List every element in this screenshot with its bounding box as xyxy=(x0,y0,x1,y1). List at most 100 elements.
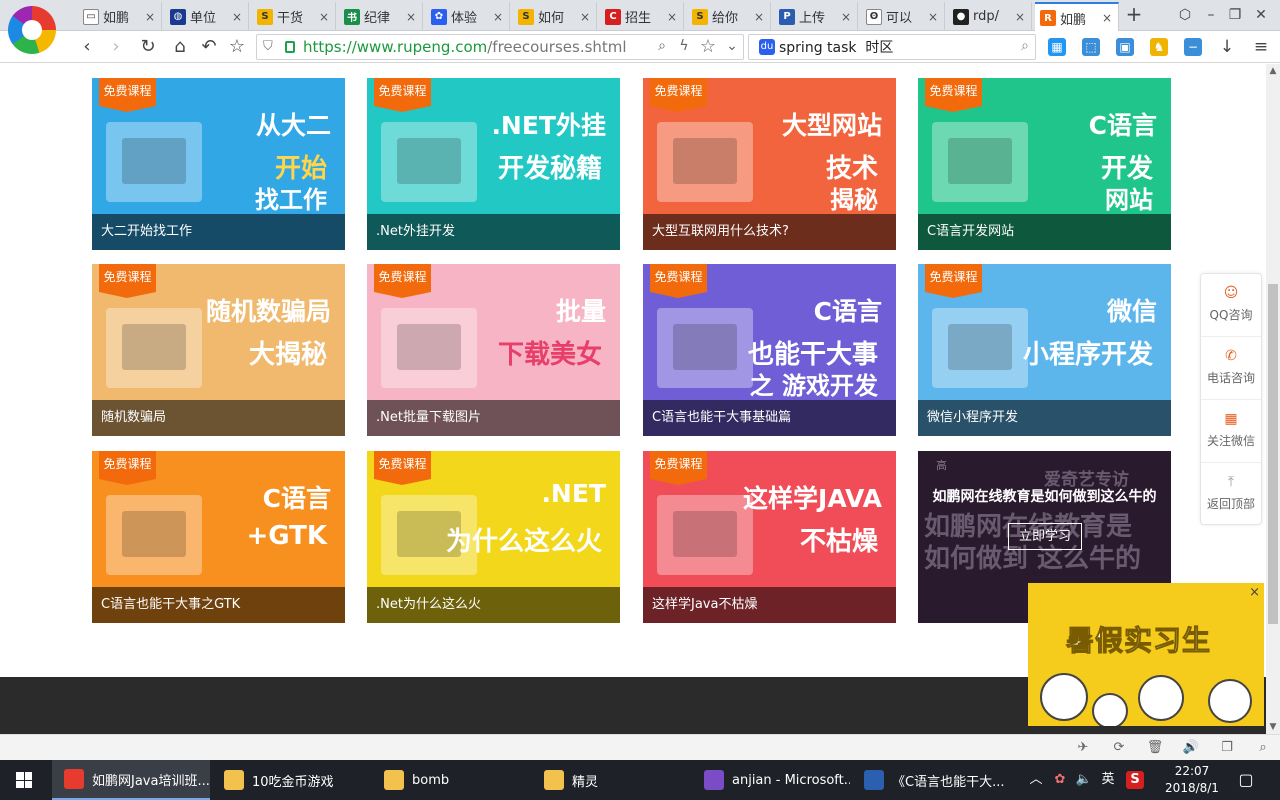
speaker-icon[interactable]: 🔊 xyxy=(1182,739,1200,757)
tray-expand-icon[interactable]: ︿ xyxy=(1026,770,1046,790)
home-button[interactable]: ⌂ xyxy=(168,35,192,59)
menu-icon[interactable]: ≡ xyxy=(1252,38,1270,56)
minus-icon[interactable]: − xyxy=(1184,38,1202,56)
tab-0[interactable]: ▭ 如鹏 × xyxy=(78,2,162,31)
search-box[interactable]: du ⌕ xyxy=(748,34,1036,60)
tab-close-icon[interactable]: × xyxy=(493,10,503,24)
sidebar-item-3[interactable]: ⤒ 返回顶部 xyxy=(1201,463,1261,526)
zoom-icon[interactable]: ⌕ xyxy=(653,38,671,54)
reload-button[interactable]: ↻ xyxy=(136,35,160,59)
course-card[interactable]: 免费课程 C语言 +GTK C语言也能干大事之GTK xyxy=(92,451,345,623)
scroll-up-icon[interactable]: ▲ xyxy=(1266,64,1280,78)
course-title[interactable]: .Net批量下载图片 xyxy=(367,400,620,436)
favorite-icon[interactable]: ☆ xyxy=(699,36,717,57)
volume-icon[interactable]: 🔈 xyxy=(1074,770,1094,790)
taskbar-item[interactable]: bomb xyxy=(372,760,530,800)
sidebar-item-0[interactable]: ☺ QQ咨询 xyxy=(1201,274,1261,337)
taskbar-item[interactable]: 10吃金币游戏 xyxy=(212,760,370,800)
learn-now-button[interactable]: 立即学习 xyxy=(1008,523,1082,550)
tab-close-icon[interactable]: × xyxy=(928,10,938,24)
tab-close-icon[interactable]: × xyxy=(232,10,242,24)
tab-8[interactable]: P 上传 × xyxy=(774,2,858,31)
intern-ad[interactable]: 暑假实习生 × xyxy=(1028,583,1264,726)
search-input[interactable] xyxy=(779,37,1009,57)
tab-close-icon[interactable]: × xyxy=(667,10,677,24)
tab-1[interactable]: ◍ 单位 × xyxy=(165,2,249,31)
bookmark-star-button[interactable]: ☆ xyxy=(225,35,249,59)
tab-2[interactable]: S 干货 × xyxy=(252,2,336,31)
sogou-icon[interactable]: S xyxy=(1126,771,1144,789)
tab-close-icon[interactable]: × xyxy=(1015,10,1025,24)
course-card[interactable]: 免费课程 微信 小程序开发 微信小程序开发 xyxy=(918,264,1171,436)
course-title[interactable]: C语言开发网站 xyxy=(918,214,1171,250)
sync-icon[interactable]: ⟳ xyxy=(1110,739,1128,757)
address-bar[interactable]: ⛉ https://www.rupeng.com/freecourses.sht… xyxy=(256,34,744,60)
tab-9[interactable]: ʘ 可以 × xyxy=(861,2,945,31)
course-card[interactable]: 免费课程 .NET 为什么这么火 .Net为什么这么火 xyxy=(367,451,620,623)
course-title[interactable]: 大二开始找工作 xyxy=(92,214,345,250)
taskbar-item[interactable]: 如鹏网Java培训班... xyxy=(52,760,210,800)
undo-close-button[interactable]: ↶ xyxy=(197,35,221,59)
tab-close-icon[interactable]: × xyxy=(1102,11,1112,25)
address-dropdown-icon[interactable]: ⌄ xyxy=(723,38,741,54)
scroll-down-icon[interactable]: ▼ xyxy=(1266,720,1280,734)
notification-icon[interactable]: ▢ xyxy=(1236,770,1256,790)
intern-close-button[interactable]: × xyxy=(1249,585,1260,600)
course-title[interactable]: C语言也能干大事之GTK xyxy=(92,587,345,623)
course-card[interactable]: 免费课程 从大二 开始 找工作 大二开始找工作 xyxy=(92,78,345,250)
start-button[interactable] xyxy=(0,760,48,800)
tab-3[interactable]: 书纪律 × xyxy=(339,2,423,31)
course-card[interactable]: 免费课程 随机数骗局 大揭秘 随机数骗局 xyxy=(92,264,345,436)
sidebar-item-2[interactable]: ▦ 关注微信 xyxy=(1201,400,1261,463)
tab-close-icon[interactable]: × xyxy=(841,10,851,24)
course-title[interactable]: 这样学Java不枯燥 xyxy=(643,587,896,623)
course-title[interactable]: 随机数骗局 xyxy=(92,400,345,436)
tab-close-icon[interactable]: × xyxy=(754,10,764,24)
course-card[interactable]: 免费课程 大型网站 技术 揭秘 大型互联网用什么技术? xyxy=(643,78,896,250)
close-window-button[interactable]: ✕ xyxy=(1250,3,1272,27)
course-card[interactable]: 免费课程 这样学JAVA 不枯燥 这样学Java不枯燥 xyxy=(643,451,896,623)
tiles-icon[interactable]: ⬡ xyxy=(1174,3,1196,27)
tab-10[interactable]: ● rdp/ × xyxy=(948,2,1032,31)
plane-icon[interactable]: ✈ xyxy=(1074,739,1092,757)
ime-indicator[interactable]: 英 xyxy=(1098,770,1118,790)
tab-4[interactable]: ✿ 体验 × xyxy=(426,2,510,31)
taskbar-item[interactable]: anjian - Microsoft... xyxy=(692,760,850,800)
course-card[interactable]: 免费课程 .NET外挂 开发秘籍 .Net外挂开发 xyxy=(367,78,620,250)
tab-close-icon[interactable]: × xyxy=(580,10,590,24)
tab-close-icon[interactable]: × xyxy=(319,10,329,24)
browser-logo-icon[interactable] xyxy=(8,6,56,54)
course-title[interactable]: .Net外挂开发 xyxy=(367,214,620,250)
window-icon[interactable]: ❐ xyxy=(1218,739,1236,757)
restore-button[interactable]: ❐ xyxy=(1224,3,1246,27)
screenshot-icon[interactable]: ⬚ xyxy=(1082,38,1100,56)
tab-close-icon[interactable]: × xyxy=(145,10,155,24)
sidebar-item-1[interactable]: ✆ 电话咨询 xyxy=(1201,337,1261,400)
qr-icon[interactable]: ▣ xyxy=(1116,38,1134,56)
course-title[interactable]: C语言也能干大事基础篇 xyxy=(643,400,896,436)
taskbar-item[interactable]: 《C语言也能干大... xyxy=(852,760,1010,800)
tab-close-icon[interactable]: × xyxy=(406,10,416,24)
tray-flower-icon[interactable]: ✿ xyxy=(1050,770,1070,790)
download-icon[interactable]: ↓ xyxy=(1218,38,1236,56)
shield-icon[interactable]: ⛉ xyxy=(263,39,277,55)
tab-5[interactable]: S 如何 × xyxy=(513,2,597,31)
forward-button[interactable]: › xyxy=(104,35,128,59)
course-card[interactable]: 免费课程 C语言 开发 网站 C语言开发网站 xyxy=(918,78,1171,250)
bolt-icon[interactable]: ϟ xyxy=(675,38,693,54)
new-tab-button[interactable]: + xyxy=(1122,2,1146,28)
trash-icon[interactable]: 🗑 xyxy=(1146,739,1164,757)
taskbar-item[interactable]: 精灵 xyxy=(532,760,690,800)
tab-11[interactable]: R 如鹏 × xyxy=(1035,2,1119,32)
course-title[interactable]: 大型互联网用什么技术? xyxy=(643,214,896,250)
baidu-paw-icon[interactable]: du xyxy=(759,39,775,55)
tab-7[interactable]: S 给你 × xyxy=(687,2,771,31)
url-text[interactable]: https://www.rupeng.com/freecourses.shtml xyxy=(303,38,627,56)
scroll-thumb[interactable] xyxy=(1268,284,1278,624)
zoom-icon[interactable]: ⌕ xyxy=(1254,739,1272,757)
game-icon[interactable]: ♞ xyxy=(1150,38,1168,56)
minimize-button[interactable]: – xyxy=(1200,3,1222,27)
course-card[interactable]: 免费课程 批量 下载美女 .Net批量下载图片 xyxy=(367,264,620,436)
course-title[interactable]: 微信小程序开发 xyxy=(918,400,1171,436)
search-icon[interactable]: ⌕ xyxy=(1021,38,1029,54)
